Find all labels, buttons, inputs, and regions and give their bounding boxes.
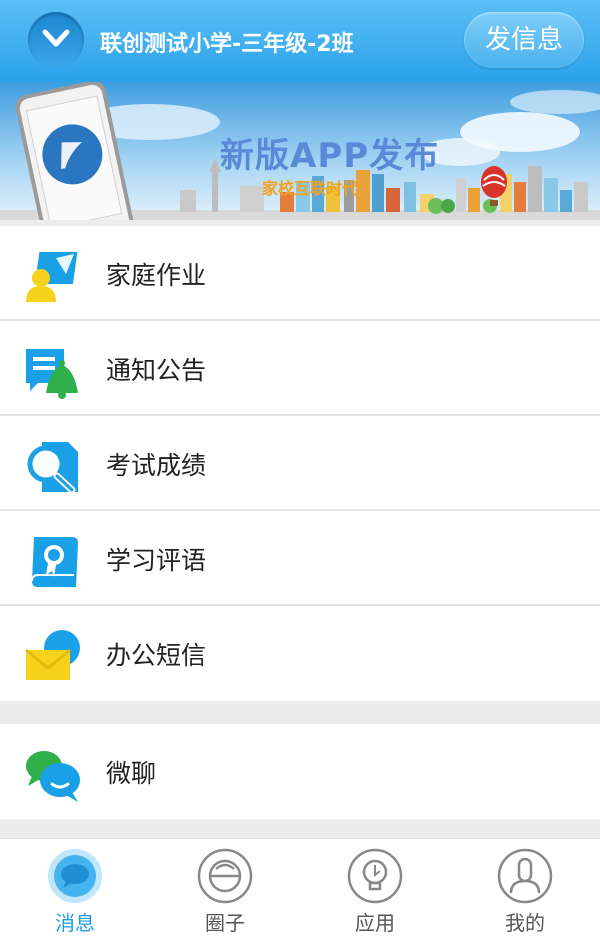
promo-banner[interactable]: 新版APP发布 家校互联时代: [0, 82, 600, 220]
chevron-down-icon: [42, 29, 70, 47]
homework-icon: [26, 252, 78, 302]
feature-menu: 家庭作业 通知公告 考试成绩 学习评语 办公短信: [0, 226, 600, 701]
class-title[interactable]: 联创测试小学-三年级-2班: [100, 26, 354, 58]
envelope-icon: [25, 630, 80, 680]
menu-item-homework[interactable]: 家庭作业: [0, 226, 600, 321]
chat-menu: 微聊: [0, 724, 600, 819]
banner-subheadline: 家校互联时代: [262, 179, 359, 198]
tab-label: 消息: [55, 911, 95, 935]
menu-label: 考试成绩: [106, 451, 207, 480]
message-icon: [48, 849, 102, 903]
menu-label: 办公短信: [106, 641, 207, 670]
menu-label: 学习评语: [106, 546, 207, 575]
tab-apps[interactable]: 应用: [300, 839, 450, 937]
menu-item-office-sms[interactable]: 办公短信: [0, 606, 600, 701]
menu-item-study-comments[interactable]: 学习评语: [0, 511, 600, 606]
banner-headline: 新版APP发布: [220, 136, 440, 176]
top-header: 联创测试小学-三年级-2班 发信息: [0, 0, 600, 82]
menu-label: 微聊: [106, 759, 157, 788]
chat-bubbles-icon: [26, 751, 80, 802]
send-message-button[interactable]: 发信息: [464, 12, 584, 68]
notice-bell-icon: [26, 349, 78, 399]
tab-mine[interactable]: 我的: [450, 839, 600, 937]
certificate-scroll-icon: [31, 537, 78, 587]
circle-icon: [197, 848, 253, 904]
bottom-tab-bar: 消息 圈子 应用 我的: [0, 838, 600, 937]
tab-label: 我的: [505, 911, 545, 935]
menu-item-exam-scores[interactable]: 考试成绩: [0, 416, 600, 511]
person-icon: [497, 848, 553, 904]
tab-label: 应用: [355, 911, 395, 935]
class-dropdown-button[interactable]: [28, 12, 84, 68]
lightbulb-icon: [347, 848, 403, 904]
menu-item-notice[interactable]: 通知公告: [0, 321, 600, 416]
menu-label: 通知公告: [106, 356, 207, 385]
tab-label: 圈子: [205, 911, 245, 935]
tab-messages[interactable]: 消息: [0, 839, 150, 937]
menu-item-wechat[interactable]: 微聊: [0, 724, 600, 819]
exam-search-icon: [27, 442, 78, 494]
tab-circle[interactable]: 圈子: [150, 839, 300, 937]
menu-label: 家庭作业: [106, 261, 207, 290]
